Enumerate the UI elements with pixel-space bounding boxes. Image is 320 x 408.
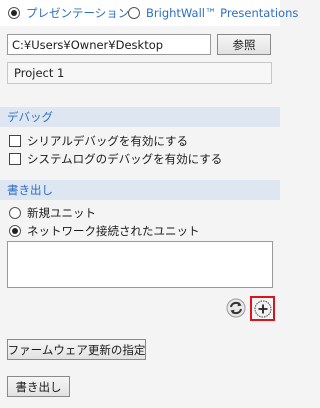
path-input[interactable] xyxy=(7,34,211,55)
mode-tabs: プレゼンテーション BrightWall™ Presentations xyxy=(0,0,298,26)
add-unit-button[interactable] xyxy=(250,296,275,321)
browse-button[interactable]: 参照 xyxy=(217,34,271,55)
project-name-field[interactable]: Project 1 xyxy=(7,62,272,84)
tab-brightwall[interactable]: BrightWall™ Presentations xyxy=(128,4,298,22)
serial-debug-checkbox[interactable] xyxy=(9,135,21,147)
refresh-button[interactable] xyxy=(226,298,246,318)
system-log-debug-checkbox[interactable] xyxy=(9,153,21,165)
debug-section-header: デバッグ xyxy=(0,107,280,127)
export-button[interactable]: 書き出し xyxy=(7,376,70,397)
tab-presentation-label: プレゼンテーション xyxy=(26,6,130,20)
network-unit-label: ネットワーク接続されたユニット xyxy=(27,224,200,238)
tab-presentation-radio[interactable] xyxy=(8,7,20,19)
serial-debug-label: シリアルデバッグを有効にする xyxy=(27,134,188,148)
tab-brightwall-label: BrightWall™ Presentations xyxy=(146,6,299,20)
plus-circle-icon xyxy=(254,300,271,317)
system-log-debug-label: システムログのデバッグを有効にする xyxy=(27,152,223,166)
serial-debug-option[interactable]: シリアルデバッグを有効にする xyxy=(9,133,188,149)
new-unit-label: 新規ユニット xyxy=(27,206,96,220)
firmware-update-button[interactable]: ファームウェア更新の指定 xyxy=(7,339,146,360)
network-unit-radio[interactable] xyxy=(9,225,21,237)
network-units-list[interactable] xyxy=(7,241,273,288)
system-log-debug-option[interactable]: システムログのデバッグを有効にする xyxy=(9,151,222,167)
new-unit-radio[interactable] xyxy=(9,207,21,219)
tab-brightwall-radio[interactable] xyxy=(128,7,140,19)
new-unit-option[interactable]: 新規ユニット xyxy=(9,205,96,221)
publish-section-header: 書き出し xyxy=(0,180,280,200)
tab-presentation[interactable]: プレゼンテーション xyxy=(8,4,129,22)
refresh-icon xyxy=(226,298,246,318)
network-unit-option[interactable]: ネットワーク接続されたユニット xyxy=(9,223,200,239)
